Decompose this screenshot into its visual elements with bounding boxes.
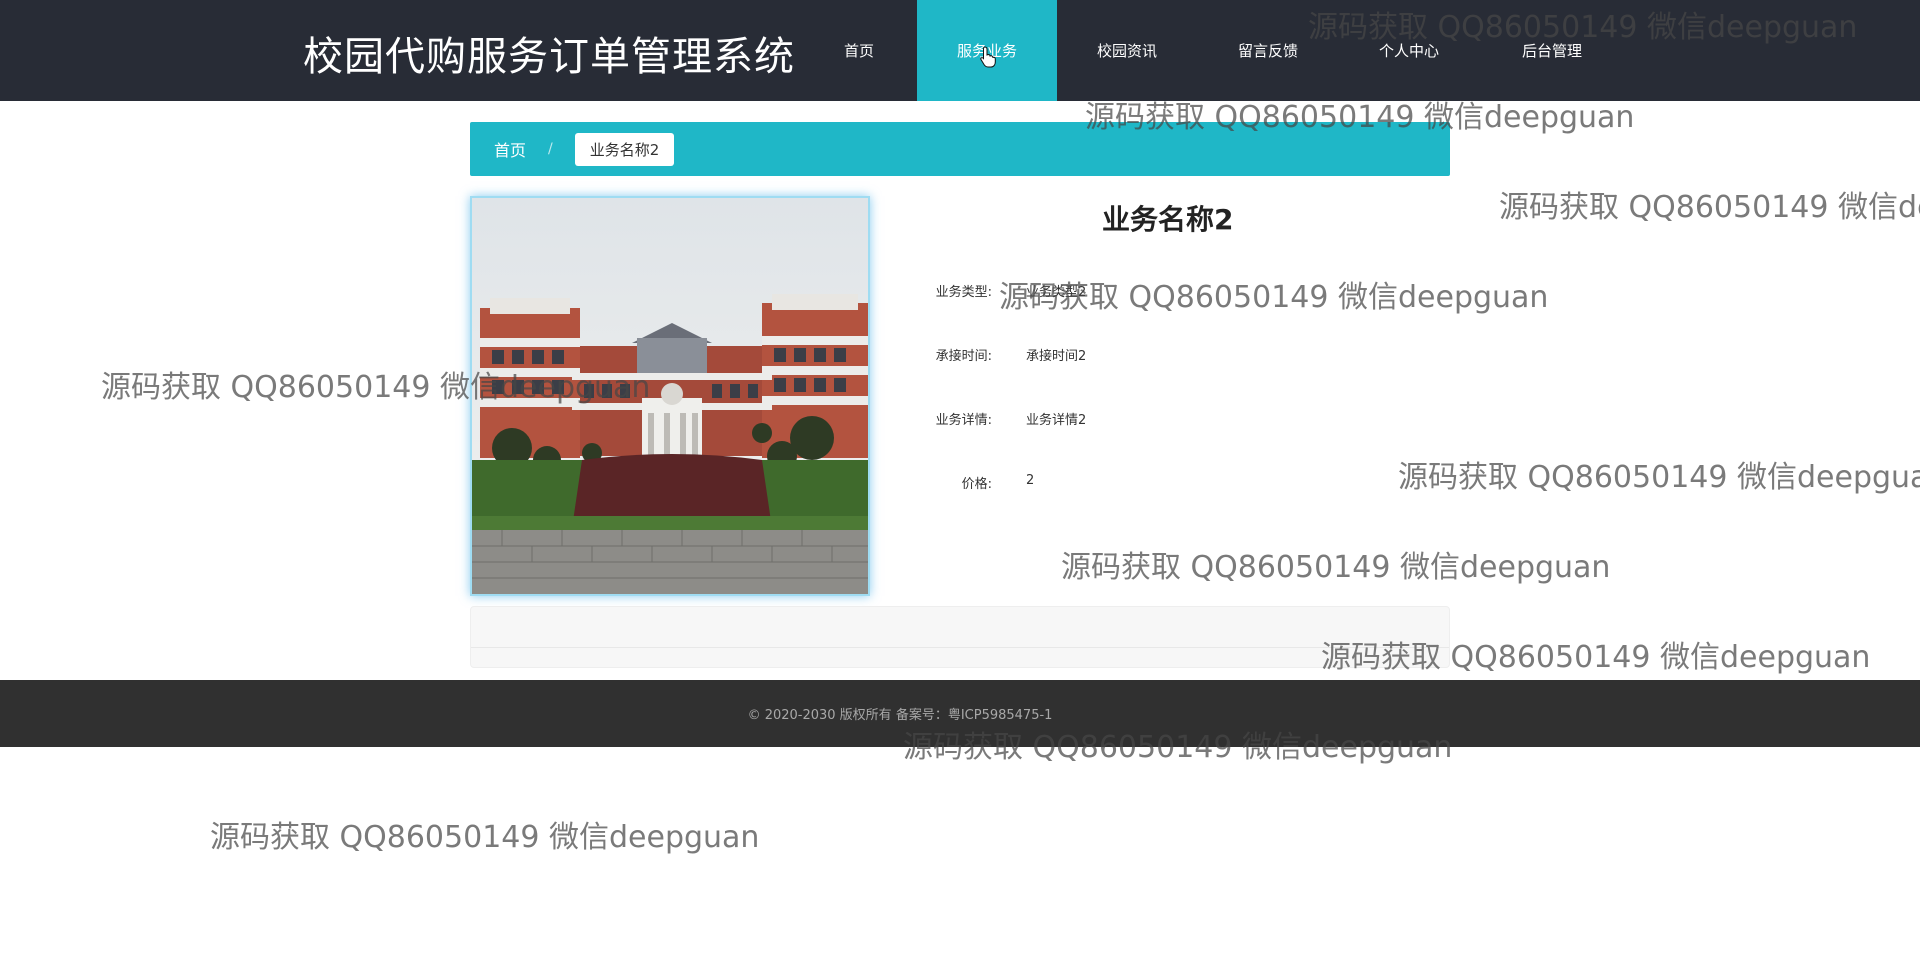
campus-building-photo: [472, 198, 868, 594]
nav-item-label: 后台管理: [1521, 42, 1582, 60]
watermark: 源码获取 QQ86050149 微信deepguan: [1398, 460, 1920, 495]
field-value: 业务详情2: [1026, 413, 1087, 428]
service-title: 业务名称2: [1102, 203, 1234, 236]
footer: © 2020-2030 版权所有 备案号：粤ICP5985475-1: [0, 680, 1920, 747]
field-value: 承接时间2: [1026, 349, 1087, 364]
top-header: 校园代购服务订单管理系统 首页 服务业务 校园资讯 留言反馈 个人中心 后台管理: [0, 0, 1920, 101]
field-price: 价格: 2: [900, 473, 1035, 492]
nav-item-admin[interactable]: 后台管理: [1479, 0, 1625, 101]
field-label: 业务详情:: [935, 413, 992, 428]
nav-item-label: 留言反馈: [1237, 42, 1298, 60]
main-nav: 首页 服务业务 校园资讯 留言反馈 个人中心 后台管理: [804, 0, 1625, 101]
divider: [471, 647, 1449, 648]
hand-pointer-icon: [980, 46, 996, 68]
watermark: 源码获取 QQ86050149 微信deepguan: [210, 820, 760, 855]
page: 校园代购服务订单管理系统 首页 服务业务 校园资讯 留言反馈 个人中心 后台管理: [0, 0, 1920, 962]
nav-item-campus-news[interactable]: 校园资讯: [1057, 0, 1197, 101]
field-service-detail: 业务详情: 业务详情2: [900, 409, 1087, 428]
nav-item-personal-center[interactable]: 个人中心: [1339, 0, 1479, 101]
field-value: 2: [1026, 473, 1035, 488]
footer-copyright: © 2020-2030 版权所有 备案号：粤ICP5985475-1: [747, 708, 1053, 723]
nav-item-label: 个人中心: [1378, 42, 1439, 60]
nav-item-label: 首页: [843, 42, 874, 60]
breadcrumb-separator: /: [548, 141, 553, 157]
field-label: 承接时间:: [935, 349, 992, 364]
site-title: 校园代购服务订单管理系统: [303, 34, 795, 80]
nav-item-home[interactable]: 首页: [804, 0, 914, 101]
comment-panel: [470, 606, 1450, 668]
watermark: 源码获取 QQ86050149 微信deepguan: [1499, 190, 1920, 225]
field-label: 价格:: [961, 477, 992, 492]
breadcrumb-current: 业务名称2: [574, 132, 675, 166]
field-service-type: 业务类型: 业务类型2: [900, 281, 1087, 300]
field-value: 业务类型2: [1026, 285, 1087, 300]
service-image: [470, 196, 870, 596]
field-label: 业务类型:: [935, 285, 992, 300]
nav-item-feedback[interactable]: 留言反馈: [1197, 0, 1339, 101]
field-accept-time: 承接时间: 承接时间2: [900, 345, 1087, 364]
breadcrumb-home-link[interactable]: 首页: [494, 137, 526, 161]
breadcrumb: 首页 / 业务名称2: [470, 122, 1450, 176]
nav-item-label: 校园资讯: [1096, 42, 1157, 60]
watermark: 源码获取 QQ86050149 微信deepguan: [1061, 550, 1611, 585]
